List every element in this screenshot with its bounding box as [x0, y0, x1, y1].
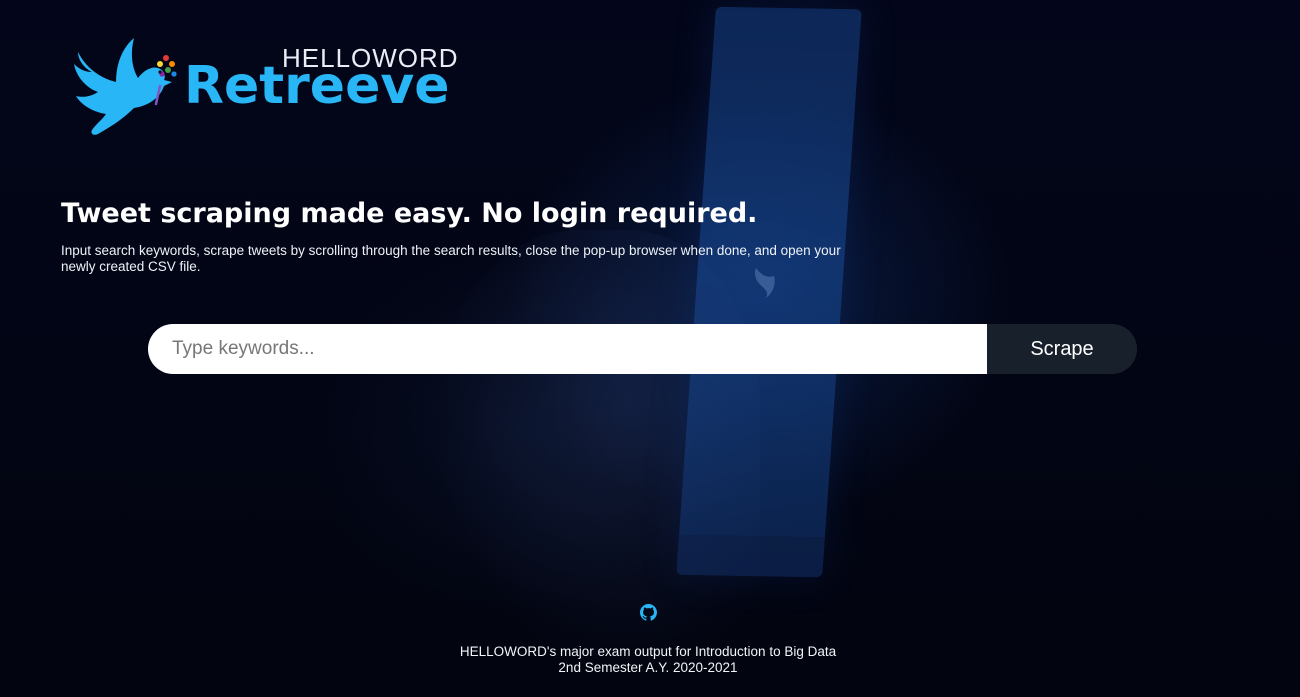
github-icon — [639, 604, 657, 621]
logo[interactable]: HELLOWORD Retreeve — [72, 34, 472, 138]
footer: HELLOWORD's major exam output for Introd… — [0, 604, 1296, 676]
page: HELLOWORD Retreeve Tweet scraping made e… — [0, 0, 1300, 697]
dove-logo-icon — [74, 38, 177, 135]
background-phone-strip — [676, 534, 825, 578]
page-headline: Tweet scraping made easy. No login requi… — [61, 198, 758, 229]
github-link[interactable] — [639, 604, 657, 621]
page-description: Input search keywords, scrape tweets by … — [61, 243, 841, 274]
footer-semester: 2nd Semester A.Y. 2020-2021 — [558, 660, 738, 675]
search-bar: Scrape — [148, 324, 1137, 374]
scrape-button[interactable]: Scrape — [987, 324, 1137, 374]
logo-brand-main: Retreeve — [184, 56, 450, 116]
keywords-search-input[interactable] — [148, 324, 987, 374]
footer-credit: HELLOWORD's major exam output for Introd… — [459, 644, 837, 659]
